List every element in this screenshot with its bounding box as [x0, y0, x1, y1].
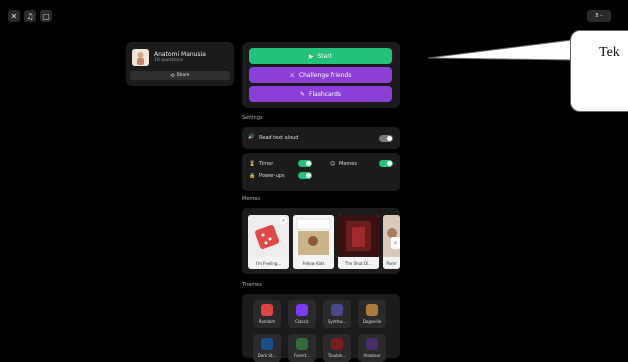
meme-card[interactable]: The Shut Di...	[338, 215, 379, 269]
powerups-label: Power-ups	[259, 173, 285, 179]
meme-image-partial	[383, 215, 400, 257]
classic-q-icon	[296, 304, 308, 316]
music-button[interactable]: ♫	[24, 10, 36, 22]
powerups-toggle[interactable]	[298, 172, 312, 179]
read-text-toggle[interactable]	[379, 135, 393, 142]
quiz-thumbnail	[132, 49, 149, 66]
memes-label: Memes	[339, 161, 357, 167]
quiz-info-card: Anatomi Manusia 10 questions ⟲ Share	[126, 42, 234, 86]
themes-heading: Themes	[242, 282, 262, 288]
timer-toggle[interactable]	[298, 160, 312, 167]
theme-label: Amateur	[363, 353, 381, 358]
play-icon: ▶	[308, 52, 314, 60]
lock-icon: 🔒	[249, 173, 256, 179]
callout-text: Tek	[599, 45, 620, 60]
memes-toggle[interactable]	[379, 160, 393, 167]
trouble-icon	[331, 338, 343, 350]
game-settings-row: ⏳ Timer ☺ Memes 🔒 Power-ups	[242, 153, 400, 191]
memes-next-button[interactable]: ›	[391, 237, 400, 249]
callout-bubble: Tek	[570, 30, 628, 112]
share-icon: ⟲	[170, 72, 175, 79]
speaker-icon: 🔊	[248, 134, 255, 140]
theme-label: Trouble...	[327, 353, 347, 358]
meme-image-shut-door	[338, 215, 379, 257]
close-icon: ✕	[10, 11, 18, 21]
share-label: Share	[176, 73, 190, 78]
flashcards-button[interactable]: ✎ Flashcards	[249, 86, 392, 102]
meme-caption: Fellow Kids	[293, 257, 334, 269]
synthwave-icon	[331, 304, 343, 316]
amateur-icon	[366, 338, 378, 350]
dog-icon	[366, 304, 378, 316]
forest-icon	[296, 338, 308, 350]
flashcard-icon: ✎	[299, 90, 306, 98]
meme-card[interactable]: ✓ I'm Feeling...	[248, 215, 289, 269]
theme-label: Dogsville	[362, 319, 382, 324]
meme-caption: The Shut Di...	[338, 257, 379, 269]
theme-label: Forest...	[293, 353, 311, 358]
dark-theme-icon	[261, 338, 273, 350]
memes-icon: ☺	[330, 161, 336, 167]
settings-heading: Settings	[242, 115, 263, 121]
timer-icon: ⏳	[249, 161, 256, 167]
theme-label: Dark St...	[257, 353, 277, 358]
square-button[interactable]: ▢	[40, 10, 52, 22]
challenge-label: Challenge friends	[298, 71, 352, 79]
meme-card[interactable]: Fellow Kids	[293, 215, 334, 269]
meme-caption: Parer	[383, 257, 400, 269]
challenge-friends-button[interactable]: ⚔ Challenge friends	[249, 67, 392, 83]
memes-heading: Memes	[242, 196, 260, 202]
user-badge-text: 8 –	[595, 13, 603, 19]
read-text-label: Read text aloud	[259, 135, 299, 141]
close-button[interactable]: ✕	[8, 10, 20, 22]
theme-label: Synthw...	[327, 319, 347, 324]
user-badge[interactable]: 8 –	[587, 10, 611, 22]
quiz-title: Anatomi Manusia	[154, 51, 206, 58]
theme-label: Random	[258, 319, 276, 324]
timer-label: Timer	[259, 161, 274, 167]
quiz-subtitle: 10 questions	[154, 58, 183, 63]
theme-card[interactable]: Synthw...	[323, 300, 351, 328]
start-button[interactable]: ▶ Start	[249, 48, 392, 64]
share-button[interactable]: ⟲ Share	[130, 71, 230, 80]
meme-image-fellow-kids	[293, 215, 334, 257]
theme-card[interactable]: Random	[253, 300, 281, 328]
meme-check-icon: ✓	[280, 217, 287, 224]
chevron-right-icon: ›	[394, 239, 397, 247]
meme-caption: I'm Feeling...	[248, 257, 289, 269]
read-text-row: 🔊 Read text aloud	[242, 127, 400, 149]
swords-icon: ⚔	[289, 71, 295, 79]
start-label: Start	[317, 52, 333, 60]
music-icon: ♫	[26, 11, 34, 21]
theme-label: Classic	[295, 319, 309, 324]
flashcards-label: Flashcards	[309, 90, 342, 98]
theme-card[interactable]: Dogsville	[358, 300, 386, 328]
square-icon: ▢	[42, 11, 50, 21]
apple-icon	[261, 304, 273, 316]
theme-card[interactable]: Classic	[288, 300, 316, 328]
